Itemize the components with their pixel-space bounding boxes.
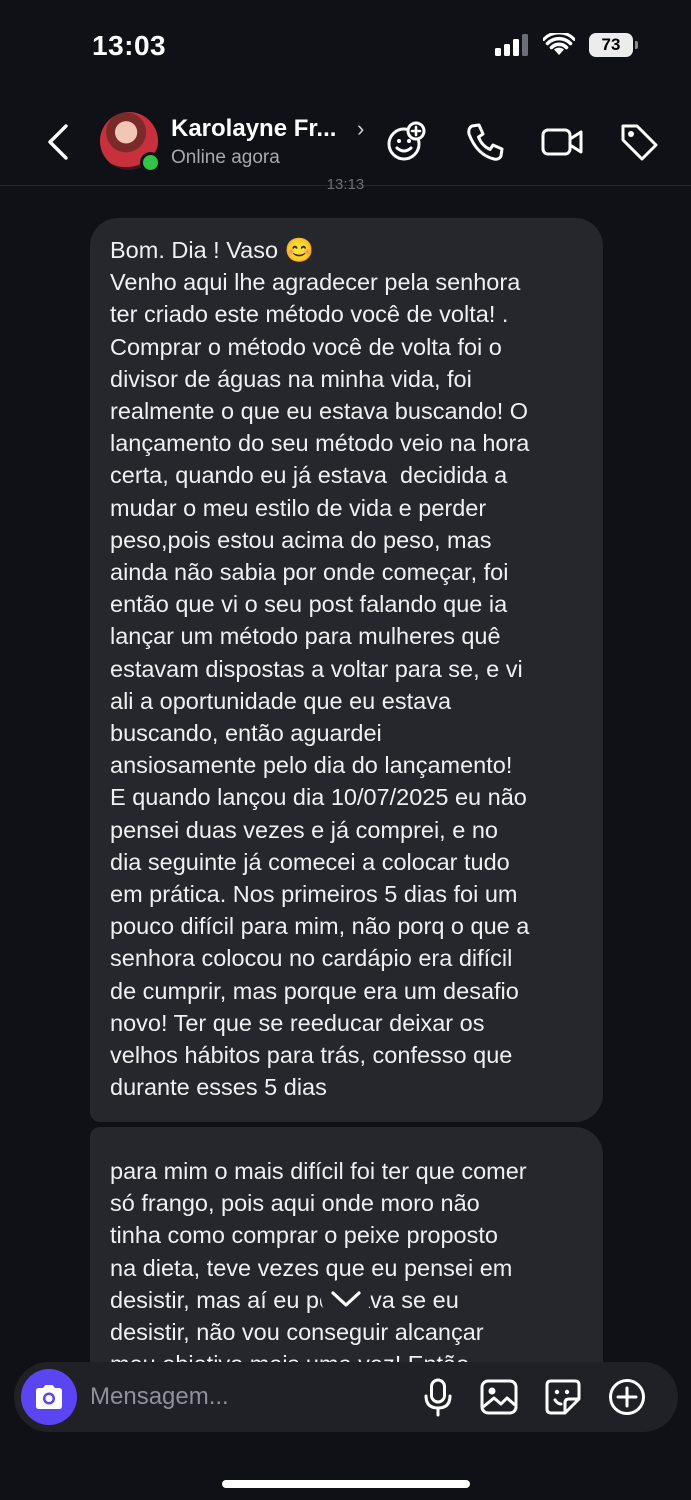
chevron-right-icon[interactable]: › bbox=[357, 116, 364, 142]
phone-icon[interactable] bbox=[463, 120, 507, 164]
sticker-icon[interactable] bbox=[543, 1377, 583, 1417]
microphone-icon[interactable] bbox=[418, 1377, 458, 1417]
message-composer: Mensagem... bbox=[14, 1362, 678, 1432]
scroll-down-button[interactable] bbox=[321, 1280, 371, 1318]
chevron-down-icon bbox=[331, 1291, 361, 1307]
message-bubble[interactable]: Bom. Dia ! Vaso 😊 Venho aqui lhe agradec… bbox=[90, 218, 603, 1122]
battery-icon: 73 bbox=[589, 33, 638, 57]
contact-name[interactable]: Karolayne Fr... bbox=[171, 115, 336, 143]
plus-circle-icon[interactable] bbox=[607, 1377, 647, 1417]
contact-status: Online agora bbox=[171, 147, 280, 168]
chevron-left-icon[interactable] bbox=[44, 122, 74, 162]
status-icons: 73 bbox=[495, 33, 638, 57]
camera-button[interactable] bbox=[21, 1369, 77, 1425]
sticker-add-icon[interactable] bbox=[384, 120, 428, 164]
camera-icon bbox=[36, 1385, 62, 1409]
message-timestamp: 13:13 bbox=[326, 176, 365, 193]
message-text: Bom. Dia ! Vaso 😊 Venho aqui lhe agradec… bbox=[110, 237, 530, 1101]
tag-icon[interactable] bbox=[617, 120, 661, 164]
home-indicator[interactable] bbox=[222, 1480, 470, 1488]
message-bubble[interactable]: para mim o mais difícil foi ter que come… bbox=[90, 1127, 603, 1387]
video-camera-icon[interactable] bbox=[540, 120, 584, 164]
message-text: para mim o mais difícil foi ter que come… bbox=[110, 1158, 527, 1377]
status-time: 13:03 bbox=[92, 30, 167, 61]
wifi-icon bbox=[543, 33, 575, 55]
message-input[interactable]: Mensagem... bbox=[90, 1383, 229, 1411]
chat-header: Karolayne Fr... › Online agora bbox=[0, 100, 691, 186]
image-icon[interactable] bbox=[479, 1377, 519, 1417]
signal-icon bbox=[495, 34, 528, 56]
online-indicator bbox=[140, 152, 161, 173]
